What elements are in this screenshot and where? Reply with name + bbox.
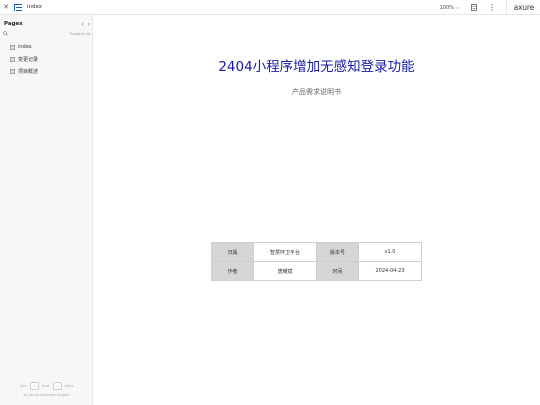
top-toolbar: ✕ index 100% ⌵ axure xyxy=(0,0,540,15)
page-icon xyxy=(10,68,15,74)
close-icon[interactable]: ✕ xyxy=(0,0,12,15)
table-value-cell: 智慧环卫平台 xyxy=(253,242,317,262)
page-canvas: 2404小程序增加无感知登录功能 产品需求说明书 归属 智慧环卫平台 版本号 v… xyxy=(93,15,540,405)
document-title: 2404小程序增加无感知登录功能 xyxy=(218,59,415,75)
hint-keys: keys xyxy=(64,383,74,388)
pages-sidebar: Pages ‹ › Expand All index 变更记录 项目概述 Use… xyxy=(0,15,93,405)
zoom-dropdown[interactable]: 100% ⌵ xyxy=(440,5,460,11)
next-page-icon[interactable]: › xyxy=(88,21,90,28)
sidebar-item-index[interactable]: index xyxy=(10,41,90,53)
sidebar-item-project-overview[interactable]: 项目概述 xyxy=(10,65,90,77)
table-value-cell: 唐耀斌 xyxy=(253,261,317,281)
page-icon xyxy=(10,44,15,50)
search-icon[interactable] xyxy=(3,31,8,36)
sidebar-search: Expand All xyxy=(3,30,90,37)
previous-page-icon[interactable]: ‹ xyxy=(81,21,83,28)
sitemap-icon[interactable] xyxy=(12,0,24,15)
sidebar-item-label: 项目概述 xyxy=(18,68,39,75)
notes-icon[interactable] xyxy=(470,0,479,15)
page-icon xyxy=(10,56,15,62)
chevron-down-icon: ⌵ xyxy=(455,4,460,11)
table-value-cell: v1.0 xyxy=(358,242,422,262)
page-list: index 变更记录 项目概述 xyxy=(10,41,90,77)
document-info-table: 归属 智慧环卫平台 版本号 v1.0 作者 唐耀斌 时间 2024-04-23 xyxy=(211,242,422,281)
page-title: index xyxy=(27,4,43,10)
sidebar-item-label: 变更记录 xyxy=(18,56,39,63)
table-value-cell: 2024-04-23 xyxy=(358,261,422,281)
expand-all-link[interactable]: Expand All xyxy=(70,31,90,36)
more-menu-icon[interactable] xyxy=(488,0,497,15)
hint-and: and xyxy=(42,383,50,388)
hint-use: Use xyxy=(19,383,27,388)
sidebar-title: Pages xyxy=(4,21,23,27)
sidebar-item-change-log[interactable]: 变更记录 xyxy=(10,53,90,65)
document-subtitle: 产品需求说明书 xyxy=(292,88,341,96)
table-label-cell: 版本号 xyxy=(316,242,359,262)
table-row: 作者 唐耀斌 时间 2024-04-23 xyxy=(211,261,422,281)
table-label-cell: 时间 xyxy=(316,261,359,281)
sidebar-header: Pages ‹ › xyxy=(4,20,90,28)
right-arrow-key-icon: › xyxy=(52,382,62,390)
table-label-cell: 归属 xyxy=(211,242,254,262)
keyboard-hint: Use ‹ and › keys to move between pages xyxy=(0,381,93,399)
table-row: 归属 智慧环卫平台 版本号 v1.0 xyxy=(211,242,422,262)
axure-logo: axure xyxy=(513,3,535,12)
table-label-cell: 作者 xyxy=(211,261,254,281)
hint-line2: to move between pages xyxy=(23,392,70,397)
left-arrow-key-icon: ‹ xyxy=(29,382,39,390)
zoom-value: 100% xyxy=(439,4,454,11)
sidebar-item-label: index xyxy=(18,44,32,50)
